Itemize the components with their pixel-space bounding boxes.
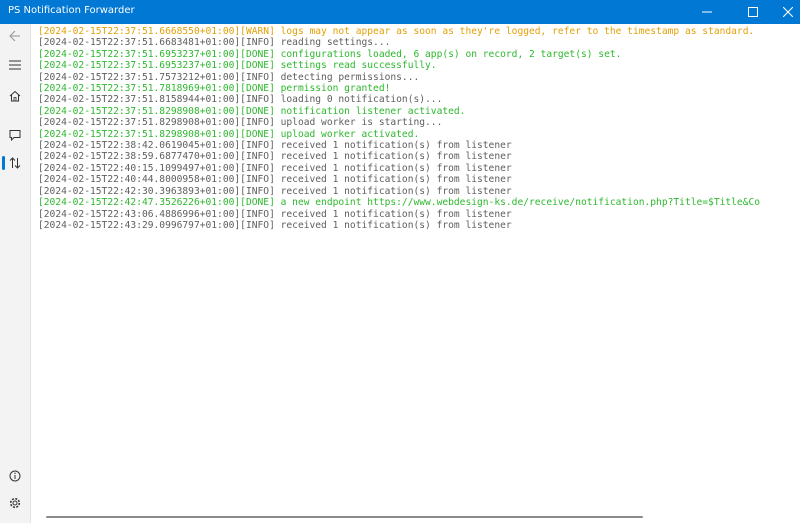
log-message: detecting permissions... xyxy=(280,71,420,83)
log-timestamp: 2024-02-15T22:37:51.8298908+01:00 xyxy=(43,128,235,140)
log-message: logs may not appear as soon as they're l… xyxy=(280,26,755,37)
log-line: [2024-02-15T22:37:51.7818969+01:00][DONE… xyxy=(38,83,391,95)
title-bar: PS Notification Forwarder xyxy=(0,0,800,24)
minimize-button[interactable] xyxy=(684,0,730,24)
log-level: INFO xyxy=(245,174,270,186)
log-line: [2024-02-15T22:42:30.3963893+01:00][INFO… xyxy=(38,185,512,197)
log-message: received 1 notification(s) from listener xyxy=(280,140,512,152)
log-message: settings read successfully. xyxy=(280,60,437,72)
navigation-pane xyxy=(0,24,30,523)
maximize-button[interactable] xyxy=(730,0,776,24)
log-level: DONE xyxy=(245,48,270,60)
close-button[interactable] xyxy=(776,0,800,24)
log-level: WARN xyxy=(245,26,270,37)
log-line: [2024-02-15T22:42:47.3526226+01:00][DONE… xyxy=(38,197,761,209)
hamburger-icon xyxy=(9,60,21,70)
log-level: DONE xyxy=(245,83,270,95)
log-timestamp: 2024-02-15T22:42:30.3963893+01:00 xyxy=(43,185,235,197)
log-panel: [2024-02-15T22:37:51.6668550+01:00][WARN… xyxy=(30,24,800,523)
log-timestamp: 2024-02-15T22:37:51.7573212+01:00 xyxy=(43,71,235,83)
log-level: DONE xyxy=(245,128,270,140)
log-line: [2024-02-15T22:37:51.8298908+01:00][DONE… xyxy=(38,105,466,117)
log-level: INFO xyxy=(245,151,270,163)
gear-icon xyxy=(9,497,21,509)
log-line: [2024-02-15T22:38:42.0619045+01:00][INFO… xyxy=(38,140,512,152)
log-level: INFO xyxy=(245,94,270,106)
log-message: reading settings... xyxy=(280,37,391,49)
log-timestamp: 2024-02-15T22:37:51.8298908+01:00 xyxy=(43,117,235,129)
log-timestamp: 2024-02-15T22:37:51.8158944+01:00 xyxy=(43,94,235,106)
log-message: received 1 notification(s) from listener xyxy=(280,208,512,220)
log-line: [2024-02-15T22:37:51.6953237+01:00][DONE… xyxy=(38,60,437,72)
log-level: INFO xyxy=(245,37,270,49)
log-line: [2024-02-15T22:43:06.4886996+01:00][INFO… xyxy=(38,208,512,220)
app-title: PS Notification Forwarder xyxy=(8,5,135,16)
log-message: received 1 notification(s) from listener xyxy=(280,174,512,186)
log-level: INFO xyxy=(245,162,270,174)
log-message: upload worker is starting... xyxy=(280,117,443,129)
log-timestamp: 2024-02-15T22:43:29.0996797+01:00 xyxy=(43,219,235,231)
log-timestamp: 2024-02-15T22:37:51.6668550+01:00 xyxy=(43,26,235,37)
log-level: INFO xyxy=(245,71,270,83)
log-message: upload worker activated. xyxy=(280,128,420,140)
log-line: [2024-02-15T22:43:29.0996797+01:00][INFO… xyxy=(38,219,512,231)
log-line: [2024-02-15T22:40:15.1099497+01:00][INFO… xyxy=(38,162,512,174)
log-timestamp: 2024-02-15T22:37:51.7818969+01:00 xyxy=(43,83,235,95)
log-message: received 1 notification(s) from listener xyxy=(280,219,512,231)
back-arrow-icon xyxy=(9,30,20,42)
nav-item-log[interactable] xyxy=(0,150,30,176)
log-list: [2024-02-15T22:37:51.6668550+01:00][WARN… xyxy=(38,26,800,518)
log-message: received 1 notification(s) from listener xyxy=(280,151,512,163)
log-level: INFO xyxy=(245,219,270,231)
nav-item-messages[interactable] xyxy=(0,122,30,148)
info-icon xyxy=(9,470,21,482)
chat-icon xyxy=(9,130,21,141)
log-level: DONE xyxy=(245,105,270,117)
log-level: INFO xyxy=(245,140,270,152)
log-message: configurations loaded, 6 app(s) on recor… xyxy=(280,48,622,60)
log-line: [2024-02-15T22:37:51.6668550+01:00][WARN… xyxy=(38,26,755,37)
log-line: [2024-02-15T22:37:51.8158944+01:00][INFO… xyxy=(38,94,443,106)
log-message: received 1 notification(s) from listener xyxy=(280,162,512,174)
log-line: [2024-02-15T22:37:51.6953237+01:00][DONE… xyxy=(38,48,622,60)
log-timestamp: 2024-02-15T22:37:51.6953237+01:00 xyxy=(43,60,235,72)
log-level: INFO xyxy=(245,117,270,129)
horizontal-scrollbar[interactable] xyxy=(46,516,643,518)
log-level: INFO xyxy=(245,185,270,197)
log-message: a new endpoint https://www.webdesign-ks.… xyxy=(280,197,761,209)
nav-item-about[interactable] xyxy=(0,463,30,489)
log-timestamp: 2024-02-15T22:40:15.1099497+01:00 xyxy=(43,162,235,174)
log-timestamp: 2024-02-15T22:37:51.6683481+01:00 xyxy=(43,37,235,49)
log-timestamp: 2024-02-15T22:38:59.6877470+01:00 xyxy=(43,151,235,163)
log-timestamp: 2024-02-15T22:43:06.4886996+01:00 xyxy=(43,208,235,220)
maximize-icon xyxy=(748,7,758,17)
log-line: [2024-02-15T22:38:59.6877470+01:00][INFO… xyxy=(38,151,512,163)
close-icon xyxy=(783,7,793,17)
log-level: INFO xyxy=(245,208,270,220)
nav-item-settings[interactable] xyxy=(0,490,30,516)
minimize-icon xyxy=(702,11,712,13)
log-message: received 1 notification(s) from listener xyxy=(280,185,512,197)
log-timestamp: 2024-02-15T22:37:51.6953237+01:00 xyxy=(43,48,235,60)
home-icon xyxy=(9,90,21,102)
log-level: DONE xyxy=(245,60,270,72)
transfer-icon xyxy=(9,157,21,169)
log-line: [2024-02-15T22:37:51.7573212+01:00][INFO… xyxy=(38,71,420,83)
log-line: [2024-02-15T22:37:51.8298908+01:00][DONE… xyxy=(38,128,420,140)
log-timestamp: 2024-02-15T22:42:47.3526226+01:00 xyxy=(43,197,235,209)
log-line: [2024-02-15T22:37:51.8298908+01:00][INFO… xyxy=(38,117,443,129)
log-message: loading 0 notification(s)... xyxy=(280,94,443,106)
log-line: [2024-02-15T22:37:51.6683481+01:00][INFO… xyxy=(38,37,391,49)
log-level: DONE xyxy=(245,197,270,209)
log-message: notification listener activated. xyxy=(280,105,466,117)
log-message: permission granted! xyxy=(280,83,391,95)
log-line: [2024-02-15T22:40:44.8000958+01:00][INFO… xyxy=(38,174,512,186)
menu-button[interactable] xyxy=(0,52,30,78)
nav-item-home[interactable] xyxy=(0,83,30,109)
log-timestamp: 2024-02-15T22:40:44.8000958+01:00 xyxy=(43,174,235,186)
log-timestamp: 2024-02-15T22:37:51.8298908+01:00 xyxy=(43,105,235,117)
log-timestamp: 2024-02-15T22:38:42.0619045+01:00 xyxy=(43,140,235,152)
back-button[interactable] xyxy=(0,23,30,49)
